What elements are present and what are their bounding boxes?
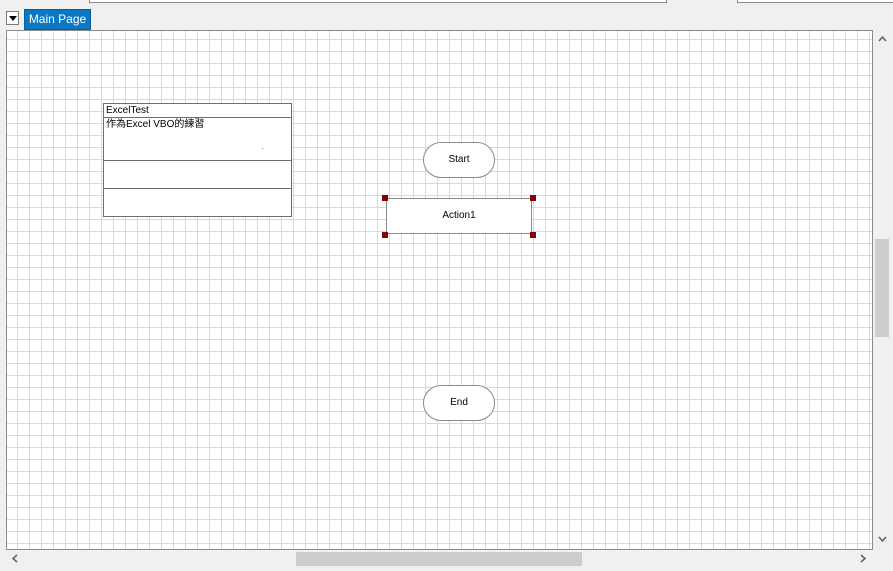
selection-handle-bottom-left[interactable] xyxy=(382,232,388,238)
action-stage[interactable]: Action1 xyxy=(386,198,532,234)
info-dot xyxy=(262,148,263,149)
top-field-right[interactable] xyxy=(737,0,893,3)
process-info-box[interactable]: ExcelTest 作為Excel VBO的練習 xyxy=(103,103,292,217)
end-stage-label: End xyxy=(450,397,468,408)
start-stage[interactable]: Start xyxy=(423,142,495,178)
start-stage-label: Start xyxy=(448,154,470,165)
selection-handle-top-right[interactable] xyxy=(530,195,536,201)
top-field[interactable] xyxy=(89,0,667,3)
chevron-left-icon[interactable] xyxy=(12,554,18,563)
selection-handle-top-left[interactable] xyxy=(382,195,388,201)
horizontal-scrollbar[interactable] xyxy=(6,550,873,568)
chevron-down-icon[interactable] xyxy=(878,536,887,542)
vertical-scrollbar[interactable] xyxy=(873,30,893,550)
tab-list-dropdown-button[interactable] xyxy=(6,11,19,25)
process-info-description: 作為Excel VBO的練習 xyxy=(106,119,205,130)
process-info-row xyxy=(104,161,291,189)
chevron-right-icon[interactable] xyxy=(860,554,866,563)
horizontal-scroll-thumb[interactable] xyxy=(296,552,582,566)
selection-handle-bottom-right[interactable] xyxy=(530,232,536,238)
end-stage[interactable]: End xyxy=(423,385,495,421)
vertical-scroll-thumb[interactable] xyxy=(875,239,889,337)
process-canvas[interactable]: ExcelTest 作為Excel VBO的練習 Start Action1 E… xyxy=(6,30,873,550)
top-toolbar-strip xyxy=(0,0,893,8)
action-stage-label: Action1 xyxy=(442,210,476,221)
process-info-title: ExcelTest xyxy=(104,104,291,118)
scrollbar-corner xyxy=(873,550,893,568)
process-info-description-row: 作為Excel VBO的練習 xyxy=(104,118,291,161)
chevron-up-icon[interactable] xyxy=(878,36,887,42)
tab-main-page[interactable]: Main Page xyxy=(24,9,91,30)
process-info-row xyxy=(104,189,291,217)
